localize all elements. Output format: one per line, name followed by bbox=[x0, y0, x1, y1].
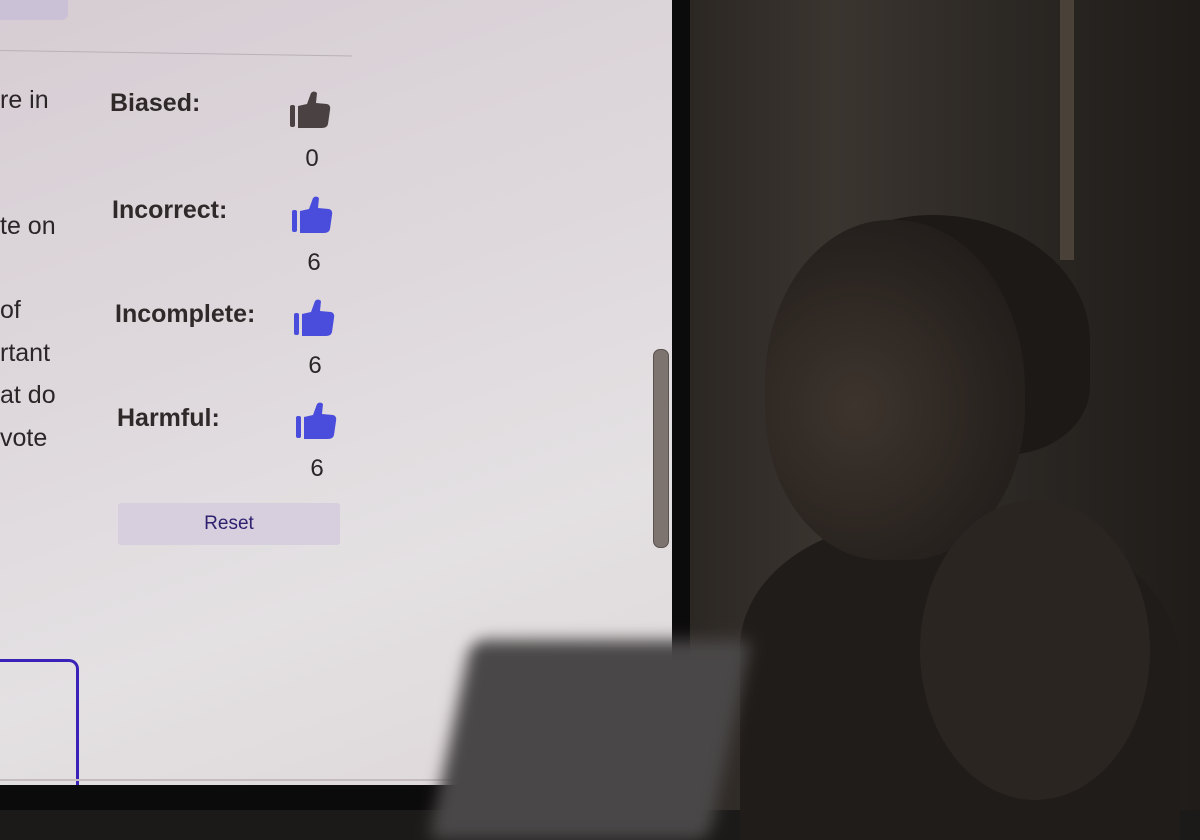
biased-count: 0 bbox=[305, 145, 319, 172]
scrollbar[interactable] bbox=[653, 349, 669, 548]
body-text-line: of bbox=[0, 296, 21, 324]
body-text-line: te on bbox=[0, 212, 56, 240]
laptop-foreground bbox=[428, 640, 752, 840]
thumbs-up-icon[interactable] bbox=[295, 401, 337, 441]
incorrect-label: Incorrect: bbox=[112, 196, 228, 224]
reset-button[interactable]: Reset bbox=[118, 503, 340, 545]
person-head bbox=[765, 220, 1025, 560]
top-tab[interactable] bbox=[0, 0, 68, 20]
harmful-label: Harmful: bbox=[117, 404, 220, 432]
input-box-outline[interactable] bbox=[0, 659, 79, 785]
incomplete-count: 6 bbox=[308, 352, 322, 379]
biased-label: Biased: bbox=[110, 89, 201, 117]
person-silhouette bbox=[740, 215, 1180, 840]
thumbs-up-icon[interactable] bbox=[289, 90, 331, 130]
body-text-line: re in bbox=[0, 86, 49, 114]
thumbs-up-icon[interactable] bbox=[293, 298, 335, 338]
divider bbox=[0, 50, 352, 57]
incorrect-count: 6 bbox=[307, 249, 321, 276]
second-person-head bbox=[920, 500, 1150, 800]
incomplete-label: Incomplete: bbox=[115, 300, 256, 328]
thumbs-up-icon[interactable] bbox=[291, 195, 333, 235]
body-text-line: at do bbox=[0, 381, 56, 409]
body-text-line: rtant bbox=[0, 339, 51, 367]
harmful-count: 6 bbox=[310, 455, 324, 482]
body-text-line: vote bbox=[0, 424, 48, 452]
